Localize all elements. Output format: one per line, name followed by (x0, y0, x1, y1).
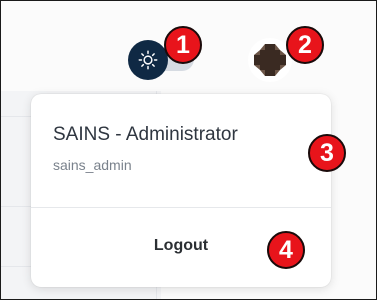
app-frame: SAINS - Administrator sains_admin Logout… (0, 0, 377, 300)
menu-divider (31, 207, 331, 208)
toggle-knob (128, 40, 168, 80)
sun-icon (138, 50, 158, 70)
callout-badge-1: 1 (164, 26, 202, 64)
user-display-name: SAINS - Administrator (53, 124, 238, 145)
logout-button[interactable]: Logout (121, 229, 241, 263)
callout-badge-2: 2 (286, 26, 324, 64)
username-label: sains_admin (53, 157, 132, 173)
pixel-avatar-icon (254, 44, 286, 76)
callout-badge-3: 3 (308, 134, 346, 172)
callout-badge-4: 4 (267, 231, 305, 269)
